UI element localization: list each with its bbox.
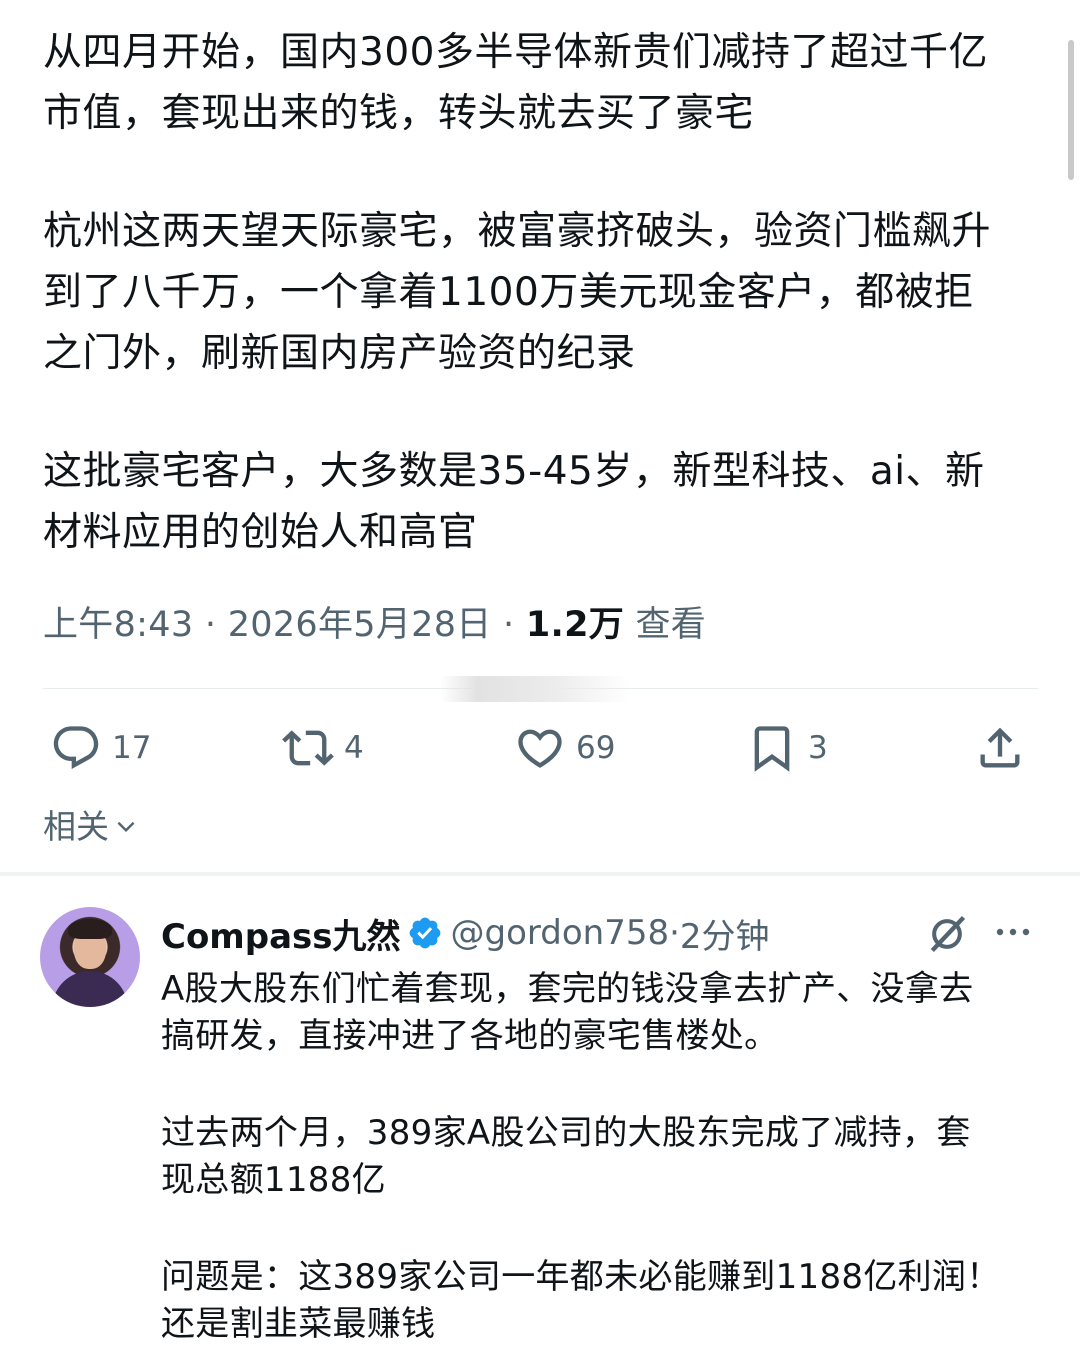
avatar-shoulders <box>52 971 128 1007</box>
chevron-down-icon <box>117 821 135 833</box>
related-toggle[interactable]: 相关 <box>43 800 139 848</box>
views-label: 查看 <box>635 605 707 645</box>
main-post: 从四月开始，国内300多半导体新贵们减持了超过千亿 市值，套现出来的钱，转头就去… <box>43 22 1038 563</box>
like-icon <box>518 729 562 768</box>
bookmark-icon <box>754 726 790 772</box>
scrollbar[interactable] <box>1068 40 1074 180</box>
more-options-icon[interactable] <box>993 922 1033 942</box>
bookmark-button[interactable]: 3 <box>746 720 828 776</box>
reply-paragraph-3: 问题是：这389家公司一年都未必能赚到1188亿利润！ 还是割韭菜最赚钱 <box>161 1257 1001 1344</box>
share-icon <box>980 727 1020 768</box>
reply-paragraph-2: 过去两个月，389家A股公司的大股东完成了减持，套 现总额1188亿 <box>161 1113 971 1200</box>
reply-button[interactable]: 17 <box>50 720 151 776</box>
meta-separator-2: · <box>491 605 526 645</box>
avatar-hair <box>68 919 112 939</box>
post-metadata: 上午8:43 · 2026年5月28日 · 1.2万 查看 <box>43 596 706 647</box>
retweet-count: 4 <box>344 730 364 766</box>
avatar[interactable] <box>40 907 140 1007</box>
reply-icon <box>53 726 99 770</box>
meta-separator: · <box>193 605 228 645</box>
retweet-button[interactable]: 4 <box>282 720 364 776</box>
bookmark-count: 3 <box>808 730 828 766</box>
reply-post[interactable]: Compass九然 @gordon758 · 2分钟 A股大股东们忙着套现，套完… <box>0 876 1080 1371</box>
author-name[interactable]: Compass九然 <box>161 909 401 958</box>
verified-badge-icon <box>409 917 440 949</box>
share-button[interactable] <box>974 720 1026 776</box>
like-count: 69 <box>576 730 616 766</box>
reply-paragraph-1: A股大股东们忙着套现，套完的钱没拿去扩产、没拿去 搞研发，直接冲进了各地的豪宅售… <box>161 969 974 1056</box>
reply-header: Compass九然 @gordon758 · 2分钟 <box>161 909 770 958</box>
reply-count: 17 <box>112 730 152 766</box>
post-paragraph-3: 这批豪宅客户，大多数是35-45岁，新型科技、ai、新 材料应用的创始人和高官 <box>43 449 985 555</box>
post-time: 上午8:43 <box>43 605 194 645</box>
retweet-icon <box>282 730 334 766</box>
related-label: 相关 <box>43 807 109 846</box>
watermark-smudge <box>440 676 630 702</box>
post-paragraph-2: 杭州这两天望天际豪宅，被富豪挤破头，验资门槛飙升 到了八千万，一个拿着1100万… <box>43 209 992 376</box>
view-count[interactable]: 1.2万 <box>526 605 624 645</box>
like-button[interactable]: 69 <box>514 720 615 776</box>
header-separator: · <box>669 913 680 953</box>
action-bar: 17 4 69 3 <box>0 720 1080 776</box>
reply-time: 2分钟 <box>679 916 770 957</box>
reply-body: A股大股东们忙着套现，套完的钱没拿去扩产、没拿去 搞研发，直接冲进了各地的豪宅售… <box>161 966 1041 1348</box>
post-date: 2026年5月28日 <box>227 605 492 645</box>
grok-icon[interactable] <box>925 912 969 956</box>
post-paragraph-1: 从四月开始，国内300多半导体新贵们减持了超过千亿 市值，套现出来的钱，转头就去… <box>43 30 988 136</box>
author-handle[interactable]: @gordon758 <box>451 913 670 953</box>
